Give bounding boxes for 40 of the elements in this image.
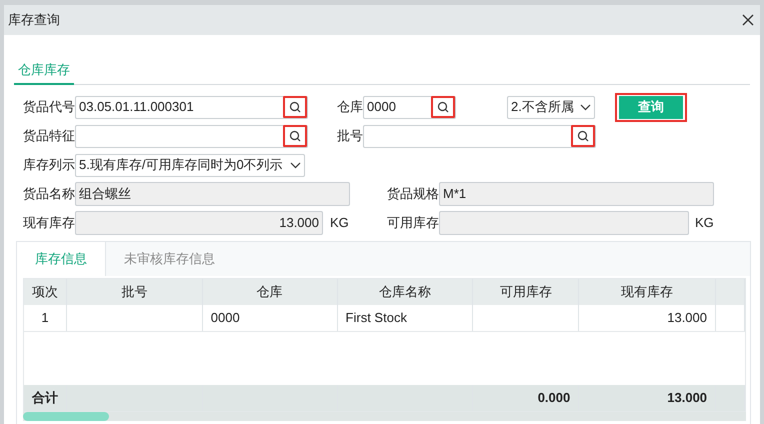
field-label: 货品代号 [23, 98, 75, 116]
table-cell: 1 [24, 305, 67, 331]
read-only-field: 组合螺丝 [75, 182, 350, 206]
caret-icon [580, 104, 591, 110]
field-label: 仓库 [337, 98, 363, 116]
window-title: 库存查询 [8, 11, 60, 30]
search-icon [289, 130, 301, 142]
search-button[interactable] [283, 125, 307, 147]
input-field[interactable]: 03.05.01.11.000301 [75, 96, 308, 118]
search-button[interactable] [431, 96, 455, 118]
field-label: 可用库存 [387, 214, 439, 232]
read-only-field: M*1 [439, 182, 714, 206]
dropdown[interactable]: 2.不含所属 [507, 96, 595, 118]
table-cell: First Stock [338, 305, 474, 331]
field-label: 货品名称 [23, 185, 75, 204]
search-icon [437, 101, 449, 113]
search-icon [289, 101, 301, 113]
field-label: 批号 [337, 127, 363, 146]
input-field[interactable] [363, 124, 596, 148]
close-icon[interactable] [742, 14, 754, 26]
unit-label: KG [330, 214, 350, 232]
search-button[interactable] [283, 96, 307, 118]
search-button[interactable] [571, 125, 595, 147]
field-label: 现有库存 [23, 214, 75, 232]
search-icon [577, 130, 589, 142]
field-label: 货品规格 [387, 185, 439, 204]
input-field[interactable]: 0000 [363, 96, 456, 118]
dropdown[interactable]: 5.现有库存/可用库存同时为0不列示 [75, 154, 305, 176]
table-cell: 0.000 [473, 385, 580, 411]
table-cell: 0000 [202, 305, 338, 331]
field-label: 库存列示 [23, 156, 75, 174]
table-cell: 13.000 [579, 385, 716, 411]
caret-icon [290, 162, 301, 168]
table-cell: 13.000 [579, 305, 716, 331]
field-label: 货品特征 [23, 127, 75, 146]
unit-label: KG [695, 214, 714, 232]
input-field[interactable] [75, 124, 308, 148]
table-cell: 合计 [24, 385, 67, 411]
scrollbar-thumb[interactable] [23, 412, 109, 421]
read-only-field: 13.000 [75, 211, 323, 235]
